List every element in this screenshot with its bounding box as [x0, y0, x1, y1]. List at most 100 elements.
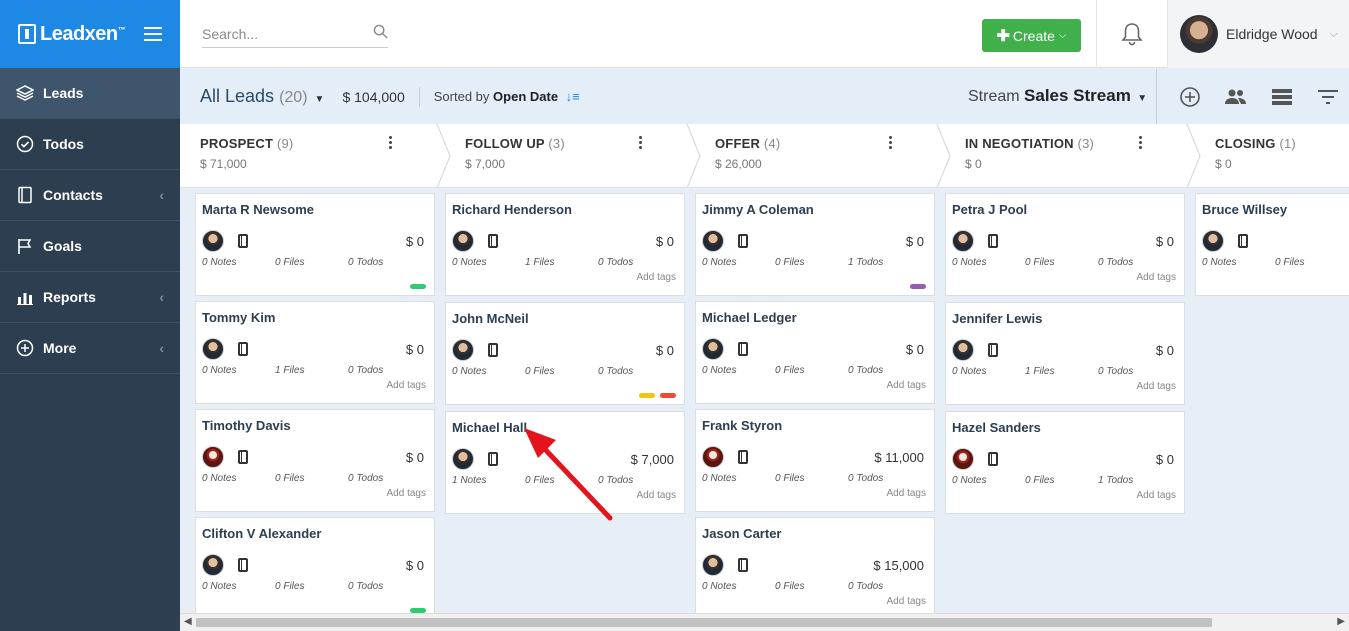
notes-count[interactable]: 0 Notes	[202, 365, 275, 376]
view-selector[interactable]: All Leads (20) ▼	[200, 86, 324, 107]
files-count[interactable]: 0 Files	[775, 473, 848, 484]
contact-avatar[interactable]	[1202, 230, 1224, 252]
notes-count[interactable]: 1 Notes	[452, 475, 525, 486]
notes-count[interactable]: 0 Notes	[452, 366, 525, 377]
notes-count[interactable]: 0 Notes	[202, 257, 275, 268]
add-tags-link[interactable]	[202, 596, 426, 610]
contact-book-icon[interactable]	[988, 343, 998, 357]
lead-name[interactable]: Jason Carter	[702, 526, 928, 541]
scroll-left-icon[interactable]: ◀	[184, 616, 192, 627]
lead-name[interactable]: Bruce Willsey	[1202, 202, 1349, 217]
lead-card[interactable]: John McNeil $ 0 0 Notes 0 Files 0 Todos	[445, 302, 685, 405]
lead-card[interactable]: Frank Styron $ 11,000 0 Notes 0 Files 0 Todo…	[695, 409, 935, 512]
files-count[interactable]: 0 Files	[275, 581, 348, 592]
lead-name[interactable]: Tommy Kim	[202, 310, 428, 325]
lead-card[interactable]: Bruce Willsey 0 Notes 0 Files	[1195, 193, 1349, 296]
sidebar-item-leads[interactable]: Leads	[0, 68, 180, 119]
add-tags-link[interactable]: Add tags	[452, 490, 676, 504]
users-icon[interactable]	[1213, 77, 1259, 117]
scroll-right-icon[interactable]: ▶	[1337, 616, 1345, 627]
stage-menu-icon[interactable]	[389, 136, 393, 151]
sidebar-item-reports[interactable]: Reports ‹	[0, 272, 180, 323]
stream-selector[interactable]: Stream Sales Stream ▼	[968, 86, 1147, 106]
search-icon[interactable]	[373, 24, 388, 44]
todos-count[interactable]: 1 Todos	[848, 257, 921, 268]
lead-name[interactable]: Petra J Pool	[952, 202, 1178, 217]
contact-book-icon[interactable]	[238, 234, 248, 248]
tag-color-chip[interactable]	[660, 393, 676, 398]
files-count[interactable]: 1 Files	[525, 257, 598, 268]
notes-count[interactable]: 0 Notes	[452, 257, 525, 268]
todos-count[interactable]: 0 Todos	[348, 473, 421, 484]
contact-book-icon[interactable]	[738, 558, 748, 572]
files-count[interactable]: 0 Files	[775, 581, 848, 592]
lead-name[interactable]: Frank Styron	[702, 418, 928, 433]
contact-avatar[interactable]	[452, 339, 474, 361]
add-tags-link[interactable]: Add tags	[702, 488, 926, 502]
user-menu[interactable]: Eldridge Wood ⌵	[1167, 0, 1349, 68]
lead-name[interactable]: Hazel Sanders	[952, 420, 1178, 435]
files-count[interactable]: 0 Files	[775, 257, 848, 268]
tag-color-chip[interactable]	[910, 284, 926, 289]
contact-book-icon[interactable]	[738, 234, 748, 248]
todos-count[interactable]: 0 Todos	[598, 257, 671, 268]
contact-book-icon[interactable]	[738, 342, 748, 356]
todos-count[interactable]: 0 Todos	[348, 257, 421, 268]
lead-name[interactable]: Marta R Newsome	[202, 202, 428, 217]
contact-book-icon[interactable]	[1238, 234, 1248, 248]
add-tags-link[interactable]: Add tags	[702, 380, 926, 394]
notes-count[interactable]: 0 Notes	[702, 257, 775, 268]
add-tags-link[interactable]	[702, 272, 926, 286]
contact-avatar[interactable]	[202, 554, 224, 576]
lead-card[interactable]: Jason Carter $ 15,000 0 Notes 0 Files 0 Todo…	[695, 517, 935, 613]
horizontal-scrollbar[interactable]: ◀ ▶	[180, 613, 1349, 631]
contact-book-icon[interactable]	[738, 450, 748, 464]
lead-card[interactable]: Petra J Pool $ 0 0 Notes 0 Files 0 Todos Add …	[945, 193, 1185, 296]
contact-avatar[interactable]	[702, 338, 724, 360]
lead-name[interactable]: Michael Hall	[452, 420, 678, 435]
add-tags-link[interactable]: Add tags	[702, 596, 926, 610]
files-count[interactable]: 0 Files	[775, 365, 848, 376]
files-count[interactable]: 0 Files	[1025, 475, 1098, 486]
lead-card[interactable]: Hazel Sanders $ 0 0 Notes 0 Files 1 Todos Add…	[945, 411, 1185, 514]
notifications-bell-icon[interactable]	[1096, 0, 1167, 68]
sidebar-item-more[interactable]: More ‹	[0, 323, 180, 374]
lead-card[interactable]: Marta R Newsome $ 0 0 Notes 0 Files 0 Todos	[195, 193, 435, 296]
add-tags-link[interactable]: Add tags	[452, 272, 676, 286]
lead-card[interactable]: Clifton V Alexander $ 0 0 Notes 0 Files 0 To…	[195, 517, 435, 613]
contact-avatar[interactable]	[702, 446, 724, 468]
contact-avatar[interactable]	[702, 230, 724, 252]
files-count[interactable]: 0 Files	[525, 475, 598, 486]
contact-avatar[interactable]	[202, 338, 224, 360]
contact-avatar[interactable]	[452, 448, 474, 470]
add-tags-link[interactable]	[202, 272, 426, 286]
todos-count[interactable]: 0 Todos	[348, 365, 421, 376]
notes-count[interactable]: 0 Notes	[952, 475, 1025, 486]
contact-book-icon[interactable]	[238, 558, 248, 572]
files-count[interactable]: 1 Files	[1025, 366, 1098, 377]
contact-book-icon[interactable]	[238, 342, 248, 356]
lead-card[interactable]: Jimmy A Coleman $ 0 0 Notes 0 Files 1 Todos	[695, 193, 935, 296]
lead-card[interactable]: Timothy Davis $ 0 0 Notes 0 Files 0 Todos Add…	[195, 409, 435, 512]
lead-card[interactable]: Tommy Kim $ 0 0 Notes 1 Files 0 Todos Add tag…	[195, 301, 435, 404]
create-button[interactable]: ✚ Create ⌵	[982, 19, 1081, 52]
contact-avatar[interactable]	[202, 446, 224, 468]
sidebar-item-todos[interactable]: Todos	[0, 119, 180, 170]
lead-name[interactable]: Michael Ledger	[702, 310, 928, 325]
stage-menu-icon[interactable]	[1139, 136, 1143, 151]
scroll-thumb[interactable]	[196, 618, 1212, 627]
stage-menu-icon[interactable]	[889, 136, 893, 151]
files-count[interactable]: 0 Files	[525, 366, 598, 377]
tag-color-chip[interactable]	[639, 393, 655, 398]
notes-count[interactable]: 0 Notes	[702, 473, 775, 484]
files-count[interactable]: 0 Files	[1275, 257, 1348, 268]
lead-card[interactable]: Richard Henderson $ 0 0 Notes 1 Files 0 Todo…	[445, 193, 685, 296]
todos-count[interactable]: 0 Todos	[1098, 366, 1171, 377]
notes-count[interactable]: 0 Notes	[1202, 257, 1275, 268]
files-count[interactable]: 0 Files	[275, 473, 348, 484]
lead-name[interactable]: Jennifer Lewis	[952, 311, 1178, 326]
lead-name[interactable]: Clifton V Alexander	[202, 526, 428, 541]
files-count[interactable]: 0 Files	[1025, 257, 1098, 268]
add-tags-link[interactable]: Add tags	[952, 272, 1176, 286]
search-input[interactable]	[202, 25, 362, 42]
